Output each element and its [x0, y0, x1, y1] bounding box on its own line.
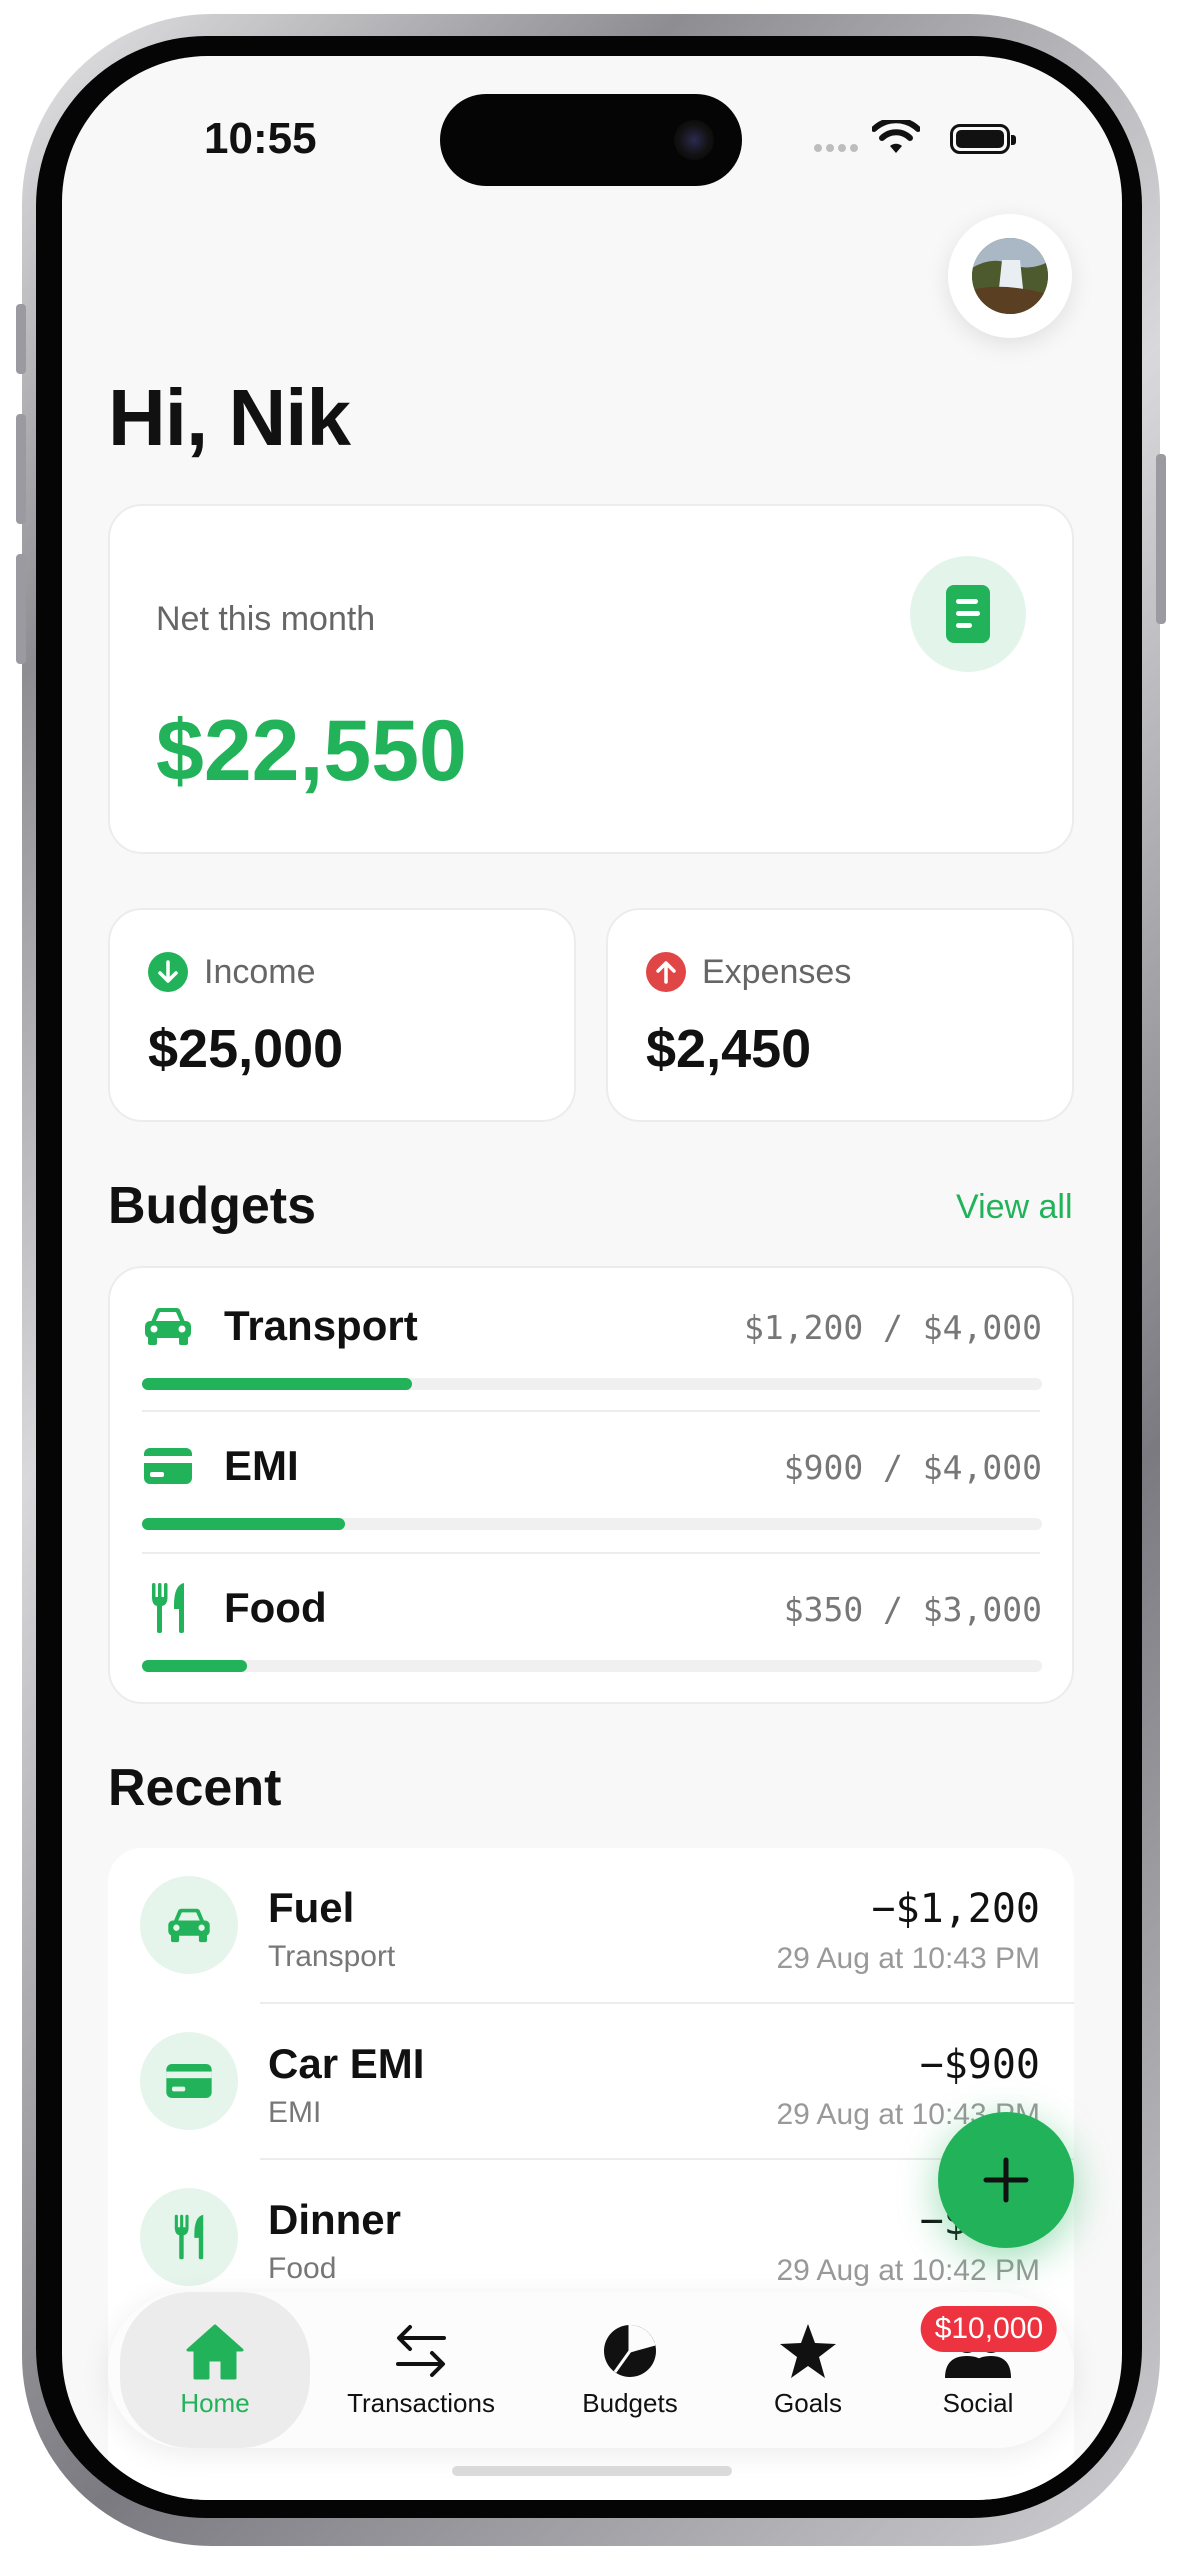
budget-amount: $1,200 / $4,000: [743, 1308, 1042, 1347]
power-button: [1156, 454, 1166, 624]
fork-knife-icon: [142, 1583, 194, 1633]
budget-name: EMI: [224, 1442, 299, 1489]
income-label: Income: [204, 952, 316, 991]
bottom-tab-bar: Home Transactions Budgets Goals Social $…: [108, 2292, 1074, 2448]
transaction-row[interactable]: Dinner Food −$350 29 Aug at 10:42 PM: [108, 2160, 1074, 2314]
arrow-down-icon: [148, 952, 188, 992]
budget-progress-track: [142, 1660, 1042, 1672]
expenses-value: $2,450: [646, 1019, 812, 1079]
fork-knife-icon: [140, 2188, 238, 2286]
row-divider: [142, 1552, 1040, 1554]
transaction-category: Food: [268, 2252, 337, 2285]
dynamic-island: [440, 94, 742, 186]
budgets-card: Transport $1,200 / $4,000 EMI $900 / $4,…: [108, 1266, 1074, 1704]
transaction-category: Transport: [268, 1940, 396, 1973]
transaction-amount: −$1,200: [871, 1886, 1040, 1932]
volume-up-button: [16, 414, 26, 524]
action-button: [16, 304, 26, 374]
tab-label: Budgets: [582, 2387, 678, 2418]
budget-row-emi[interactable]: EMI $900 / $4,000: [142, 1416, 1042, 1558]
transaction-name: Fuel: [268, 1884, 355, 1931]
budget-progress-fill: [142, 1518, 345, 1530]
profile-avatar-button[interactable]: [948, 214, 1072, 338]
credit-card-icon: [142, 1444, 194, 1488]
net-value: $22,550: [156, 703, 467, 799]
budget-row-food[interactable]: Food $350 / $3,000: [142, 1558, 1042, 1700]
car-icon: [140, 1876, 238, 1974]
avatar: [972, 238, 1048, 314]
transaction-name: Dinner: [268, 2196, 402, 2243]
tab-label: Home: [180, 2387, 250, 2418]
arrows-left-right-icon: [396, 2324, 446, 2377]
add-transaction-button[interactable]: [938, 2112, 1074, 2248]
income-card[interactable]: Income $25,000: [108, 908, 576, 1122]
expenses-label: Expenses: [702, 952, 852, 991]
social-badge: $10,000: [920, 2306, 1058, 2352]
arrow-up-icon: [646, 952, 686, 992]
transaction-amount: −$900: [919, 2042, 1040, 2088]
tab-social[interactable]: Social $10,000: [898, 2292, 1058, 2448]
transaction-date: 29 Aug at 10:43 PM: [776, 1942, 1040, 1975]
expenses-card[interactable]: Expenses $2,450: [606, 908, 1074, 1122]
view-all-budgets-link[interactable]: View all: [956, 1188, 1073, 1227]
budget-amount: $350 / $3,000: [783, 1590, 1042, 1629]
tab-home[interactable]: Home: [120, 2292, 310, 2448]
tab-label: Goals: [774, 2387, 842, 2418]
budget-progress-track: [142, 1378, 1042, 1390]
budget-progress-fill: [142, 1660, 248, 1672]
transaction-category: EMI: [268, 2096, 322, 2129]
transaction-name: Car EMI: [268, 2040, 425, 2087]
row-divider: [142, 1410, 1040, 1412]
cellular-signal-icon: [814, 144, 858, 152]
credit-card-icon: [140, 2032, 238, 2130]
budget-progress-track: [142, 1518, 1042, 1530]
report-icon[interactable]: [910, 556, 1026, 672]
tab-label: Social: [942, 2387, 1014, 2418]
plus-icon: [983, 2157, 1029, 2203]
tab-goals[interactable]: Goals: [738, 2292, 878, 2448]
pie-chart-icon: [604, 2324, 656, 2377]
transaction-date: 29 Aug at 10:42 PM: [776, 2254, 1040, 2287]
net-label: Net this month: [156, 600, 376, 638]
budgets-section-title: Budgets: [108, 1177, 316, 1235]
battery-icon: [950, 124, 1016, 154]
net-summary-card[interactable]: Net this month $22,550: [108, 504, 1074, 854]
budget-name: Food: [224, 1584, 327, 1631]
car-icon: [142, 1304, 194, 1348]
wifi-icon: [872, 120, 920, 153]
house-icon: [186, 2324, 244, 2379]
budget-amount: $900 / $4,000: [783, 1448, 1042, 1487]
home-indicator: [452, 2466, 732, 2476]
tab-budgets[interactable]: Budgets: [540, 2292, 720, 2448]
star-icon: [780, 2323, 836, 2378]
app-screen: 10:55 Hi, Nik Net this month $22,550 Inc…: [62, 56, 1122, 2500]
recent-section-title: Recent: [108, 1759, 282, 1817]
status-time: 10:55: [204, 114, 317, 163]
front-camera: [674, 120, 714, 160]
tab-label: Transactions: [347, 2387, 495, 2418]
volume-down-button: [16, 554, 26, 664]
tab-transactions[interactable]: Transactions: [316, 2292, 526, 2448]
greeting-title: Hi, Nik: [108, 373, 351, 462]
budget-row-transport[interactable]: Transport $1,200 / $4,000: [142, 1276, 1042, 1418]
income-value: $25,000: [148, 1019, 344, 1079]
budget-progress-fill: [142, 1378, 412, 1390]
budget-name: Transport: [224, 1302, 418, 1349]
transaction-row[interactable]: Car EMI EMI −$900 29 Aug at 10:43 PM: [108, 2004, 1074, 2158]
transaction-row[interactable]: Fuel Transport −$1,200 29 Aug at 10:43 P…: [108, 1848, 1074, 2002]
